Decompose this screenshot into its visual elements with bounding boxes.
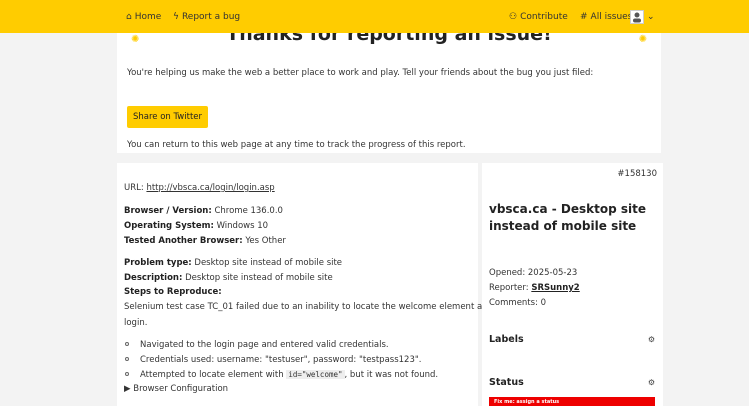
- list-item-text: Credentials used: username: "testuser", …: [140, 355, 422, 365]
- home-icon: ⌂: [126, 11, 132, 22]
- tested-value: Yes Other: [245, 236, 286, 246]
- list-item-text: Attempted to locate element with id="wel…: [140, 370, 438, 380]
- browser-row: Browser / Version: Chrome 136.0.0: [124, 206, 283, 216]
- bullet3-post: , but it was not found.: [344, 370, 439, 380]
- steps-line-2: login.: [124, 318, 148, 328]
- browser-label: Browser / Version:: [124, 206, 212, 216]
- os-label: Operating System:: [124, 221, 214, 231]
- description-label: Description:: [124, 273, 183, 283]
- steps-label: Steps to Reproduce:: [124, 287, 222, 297]
- browser-configuration-toggle[interactable]: ▶ Browser Configuration: [124, 384, 228, 394]
- settings-icon[interactable]: ⚙: [648, 378, 655, 387]
- url-label: URL:: [124, 183, 144, 193]
- home-link[interactable]: ⌂ Home: [126, 12, 161, 22]
- bullet-dot: [125, 357, 129, 361]
- thanks-card: ✺ ✺ Thanks for reporting an issue! You'r…: [117, 18, 661, 153]
- code-snippet: id="welcome": [286, 370, 345, 379]
- os-value: Windows 10: [216, 221, 269, 231]
- people-icon: ⚇: [509, 11, 518, 22]
- all-issues-label: All issues: [590, 12, 633, 22]
- tested-row: Tested Another Browser: Yes Other: [124, 236, 286, 246]
- tested-label: Tested Another Browser:: [124, 236, 243, 246]
- lightning-icon: ϟ: [173, 11, 179, 22]
- labels-heading: Labels: [489, 334, 524, 345]
- home-label: Home: [134, 12, 162, 22]
- issue-details-card: URL: http://vbsca.ca/login/login.asp Bro…: [117, 163, 497, 406]
- problem-value: Desktop site instead of mobile site: [194, 258, 343, 268]
- bullet3-pre: Attempted to locate element with: [140, 370, 284, 380]
- status-badge: Fix me: assign a status: [489, 397, 655, 406]
- share-on-twitter-button[interactable]: Share on Twitter: [127, 106, 209, 128]
- steps-heading: Steps to Reproduce:: [124, 287, 222, 297]
- steps-line-1: Selenium test case TC_01 failed due to a…: [124, 302, 498, 312]
- url-row: URL: http://vbsca.ca/login/login.asp: [124, 183, 275, 193]
- report-bug-label: Report a bug: [181, 12, 241, 22]
- bullet-dot: [125, 342, 129, 346]
- issue-sidebar-card: #158130 vbsca.ca - Desktop site instead …: [482, 163, 663, 406]
- return-text: You can return to this web page at any t…: [127, 140, 466, 150]
- all-issues-link[interactable]: # All issues: [580, 12, 632, 22]
- url-link[interactable]: http://vbsca.ca/login/login.asp: [146, 183, 274, 193]
- settings-icon[interactable]: ⚙: [648, 335, 655, 344]
- opened-date: Opened: 2025-05-23: [489, 268, 578, 278]
- helping-text: You're helping us make the web a better …: [127, 68, 594, 78]
- issue-title: vbsca.ca - Desktop site instead of mobil…: [489, 202, 646, 233]
- reporter-row: Reporter: SRSunny2: [489, 283, 580, 293]
- reporter-link[interactable]: SRSunny2: [531, 283, 579, 293]
- top-navbar: ⌂ Home ϟ Report a bug ⚇ Contribute # All…: [0, 0, 749, 33]
- contribute-label: Contribute: [520, 12, 568, 22]
- description-row: Description: Desktop site instead of mob…: [124, 273, 333, 283]
- comments-count: Comments: 0: [489, 298, 547, 308]
- avatar: [630, 10, 644, 24]
- reporter-label: Reporter:: [489, 283, 529, 293]
- hash-icon: #: [580, 11, 588, 22]
- bullet-dot: [125, 372, 129, 376]
- chevron-down-icon: ⌄: [647, 11, 655, 22]
- os-row: Operating System: Windows 10: [124, 221, 268, 231]
- issue-number: #158130: [617, 169, 657, 179]
- problem-label: Problem type:: [124, 258, 192, 268]
- description-value: Desktop site instead of mobile site: [185, 273, 333, 283]
- list-item-text: Navigated to the login page and entered …: [140, 340, 389, 350]
- problem-row: Problem type: Desktop site instead of mo…: [124, 258, 342, 268]
- browser-value: Chrome 136.0.0: [214, 206, 283, 216]
- user-menu[interactable]: ⌄: [630, 10, 655, 24]
- status-heading: Status: [489, 377, 524, 388]
- report-bug-link[interactable]: ϟ Report a bug: [173, 12, 240, 22]
- contribute-link[interactable]: ⚇ Contribute: [509, 12, 568, 22]
